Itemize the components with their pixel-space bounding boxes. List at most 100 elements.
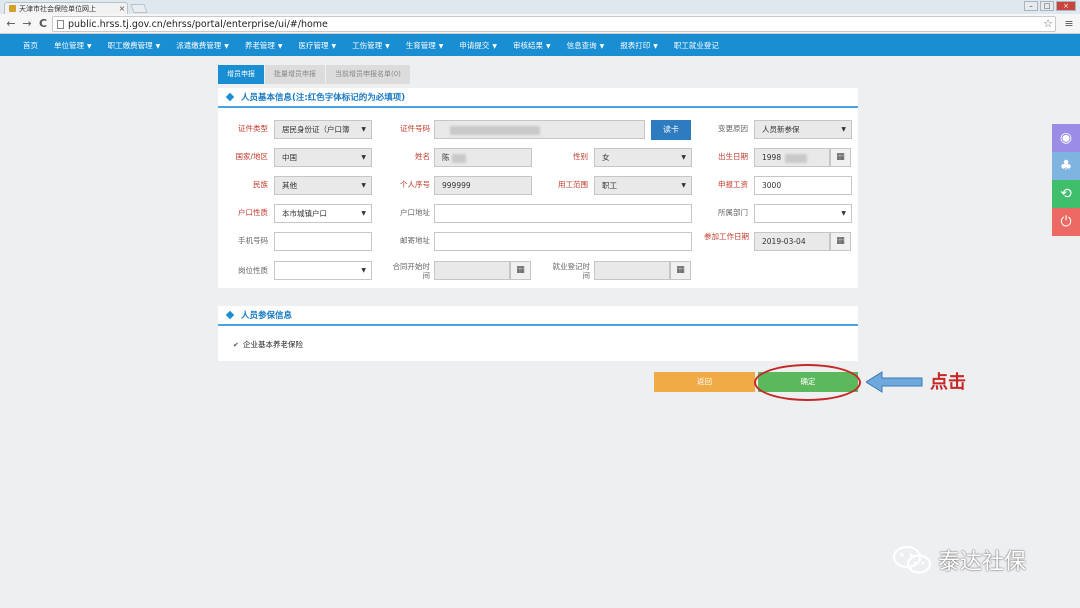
back-icon[interactable]: ← [4, 17, 18, 31]
serial-field[interactable]: 999999 [434, 176, 532, 195]
nav-item-label: 派遣缴费管理 [176, 40, 222, 50]
id-type-select[interactable]: 居民身份证（户口簿 ▼ [274, 120, 372, 139]
tab-add-employee[interactable]: 增员申报 [218, 65, 264, 84]
nav-item[interactable]: 工伤管理 ▼ [352, 40, 390, 51]
watermark: 泰达社保 [892, 544, 1026, 576]
redacted-birth [785, 153, 808, 163]
minimize-button[interactable]: – [1024, 1, 1038, 11]
nav-item[interactable]: 养老管理 ▼ [245, 40, 283, 51]
nav-item[interactable]: 职工缴费管理 ▼ [108, 40, 161, 51]
forward-icon[interactable]: → [20, 17, 34, 31]
maximize-button[interactable]: □ [1040, 1, 1054, 11]
insurance-header: 人员参保信息 [218, 306, 858, 326]
emp-scope-value: 职工 [602, 181, 617, 190]
nav-item[interactable]: 信息查询 ▼ [567, 40, 605, 51]
nav-item[interactable]: 报表打印 ▼ [620, 40, 658, 51]
side-toolbar: ◉ ♣ ⟲ ⏻ [1052, 124, 1080, 236]
nav-item[interactable]: 审核结果 ▼ [513, 40, 551, 51]
highlight-ring [754, 364, 861, 401]
chevron-down-icon: ▼ [841, 210, 846, 217]
change-reason-value: 人员新参保 [762, 125, 800, 134]
phone-label: 手机号码 [238, 236, 268, 245]
nav-item[interactable]: 派遣缴费管理 ▼ [176, 40, 229, 51]
nav-item-label: 生育管理 [405, 40, 436, 50]
country-value: 中国 [282, 153, 297, 162]
new-tab-button[interactable] [130, 4, 148, 13]
wage-label: 申报工资 [718, 180, 748, 189]
browser-menu-icon[interactable]: ≡ [1062, 17, 1076, 31]
window-controls: – □ × [1024, 1, 1076, 11]
nav-item[interactable]: 首页 [23, 40, 38, 51]
wage-input[interactable]: 3000 [754, 176, 852, 195]
hukou-select[interactable]: 本市城镇户口 ▼ [274, 204, 372, 223]
nav-item-label: 申请提交 [459, 40, 490, 50]
hukou-addr-label: 户口地址 [400, 208, 430, 217]
phone-input[interactable] [274, 232, 372, 251]
calendar-icon[interactable]: ▦ [830, 232, 851, 251]
change-reason-select[interactable]: 人员新参保 ▼ [754, 120, 852, 139]
browser-titlebar: 天津市社会保险单位网上 × – □ × [0, 0, 1080, 14]
diamond-icon [225, 92, 235, 102]
nav-item[interactable]: 生育管理 ▼ [406, 40, 444, 51]
nav-item[interactable]: 职工就业登记 [674, 40, 719, 51]
url-field[interactable]: public.hrss.tj.gov.cn/ehrss/portal/enter… [52, 16, 1056, 32]
pension-label: 企业基本养老保险 [243, 340, 303, 349]
id-no-label: 证件号码 [400, 124, 430, 133]
reload-icon[interactable]: C [36, 17, 50, 31]
name-value: 陈 [442, 153, 450, 162]
diamond-icon [225, 310, 235, 320]
back-button[interactable]: 返回 [654, 372, 755, 392]
tab-batch-add[interactable]: 批量增员申报 [265, 65, 325, 84]
contract-start-label: 合同开始时间 [392, 262, 431, 280]
eye-icon[interactable]: ◉ [1052, 124, 1080, 152]
birth-date-field[interactable]: 1998 [754, 148, 830, 167]
favicon-icon [9, 5, 16, 12]
country-select[interactable]: 中国 ▼ [274, 148, 372, 167]
gender-select[interactable]: 女 ▼ [594, 148, 692, 167]
power-icon[interactable]: ⏻ [1052, 208, 1080, 236]
nav-item[interactable]: 医疗管理 ▼ [299, 40, 337, 51]
calendar-icon[interactable]: ▦ [670, 261, 691, 280]
nav-item-label: 信息查询 [566, 40, 597, 50]
nav-item-label: 医疗管理 [298, 40, 329, 50]
dept-select[interactable]: ▼ [754, 204, 852, 223]
nav-item[interactable]: 单位管理 ▼ [54, 40, 92, 51]
tree-icon[interactable]: ♣ [1052, 152, 1080, 180]
tab-close-icon[interactable]: × [117, 4, 127, 13]
emp-scope-select[interactable]: 职工 ▼ [594, 176, 692, 195]
calendar-icon[interactable]: ▦ [830, 148, 851, 167]
id-no-field[interactable] [434, 120, 645, 139]
checkbox-icon[interactable]: ✔ [233, 341, 239, 348]
nav-item-label: 职工就业登记 [673, 40, 719, 50]
post-select[interactable]: ▼ [274, 261, 372, 280]
pointer-arrow-icon [866, 371, 923, 393]
browser-tab[interactable]: 天津市社会保险单位网上 × [4, 2, 128, 14]
work-date-field[interactable]: 2019-03-04 [754, 232, 830, 251]
mail-addr-input[interactable] [434, 232, 692, 251]
name-field[interactable]: 陈 [434, 148, 532, 167]
calendar-icon[interactable]: ▦ [510, 261, 531, 280]
tab-current-list[interactable]: 当前增员申报名单(0) [326, 65, 410, 84]
pension-checkbox-row[interactable]: ✔ 企业基本养老保险 [233, 339, 303, 350]
id-type-value: 居民身份证（户口簿 [282, 125, 350, 134]
refresh-icon[interactable]: ⟲ [1052, 180, 1080, 208]
mail-addr-label: 邮寄地址 [400, 236, 430, 245]
chevron-down-icon: ▼ [681, 154, 686, 161]
bookmark-star-icon[interactable]: ☆ [1043, 17, 1053, 30]
read-card-button[interactable]: 读卡 [651, 120, 691, 140]
contract-start-field[interactable] [434, 261, 510, 280]
address-bar: ← → C public.hrss.tj.gov.cn/ehrss/portal… [0, 14, 1080, 34]
hukou-addr-input[interactable] [434, 204, 692, 223]
sub-tabs: 增员申报 批量增员申报 当前增员申报名单(0) [218, 65, 410, 84]
nav-item[interactable]: 申请提交 ▼ [459, 40, 497, 51]
redacted-name [451, 153, 466, 163]
emp-scope-label: 用工范围 [558, 180, 588, 189]
close-window-button[interactable]: × [1056, 1, 1076, 11]
chevron-down-icon: ▼ [361, 267, 366, 274]
reg-date-field[interactable] [594, 261, 670, 280]
chevron-down-icon: ▼ [438, 42, 444, 50]
insurance-title: 人员参保信息 [241, 311, 293, 321]
insurance-panel: 人员参保信息 [218, 306, 858, 361]
ethnic-select[interactable]: 其他 ▼ [274, 176, 372, 195]
nav-item-label: 工伤管理 [352, 40, 383, 50]
